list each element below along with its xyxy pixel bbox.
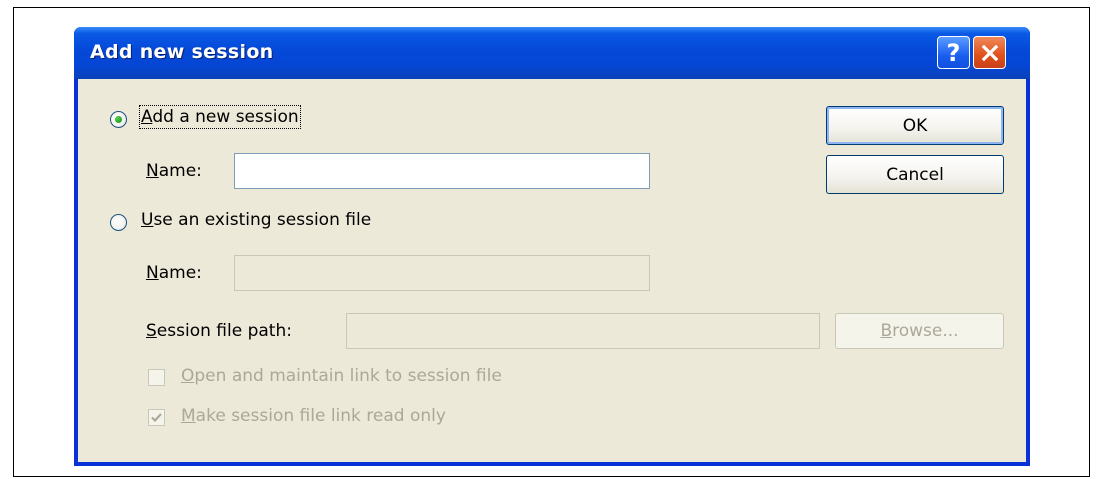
- radio-selected-dot: [115, 116, 122, 123]
- new-session-name-label: Name:: [146, 161, 202, 181]
- use-existing-session-radio[interactable]: [110, 214, 127, 231]
- open-maintain-link-checkbox[interactable]: [148, 369, 165, 386]
- ok-button[interactable]: OK: [826, 106, 1004, 145]
- close-icon: [981, 44, 998, 61]
- open-maintain-link-label: Open and maintain link to session file: [181, 366, 502, 386]
- browse-button[interactable]: Browse...: [835, 313, 1004, 349]
- close-button[interactable]: [973, 36, 1006, 69]
- dialog-title: Add new session: [90, 41, 274, 63]
- read-only-link-label: Make session file link read only: [181, 406, 446, 426]
- existing-session-name-input[interactable]: [234, 255, 650, 291]
- session-file-path-label: Session file path:: [146, 321, 292, 341]
- use-existing-session-label[interactable]: Use an existing session file: [141, 210, 371, 230]
- help-button[interactable]: ?: [937, 36, 970, 69]
- cancel-button[interactable]: Cancel: [826, 155, 1004, 194]
- help-icon: ?: [946, 38, 961, 67]
- add-new-session-label[interactable]: Add a new session: [139, 105, 301, 129]
- add-session-dialog: Add new session ? Add a new session Name…: [74, 27, 1030, 466]
- title-bar[interactable]: Add new session ?: [74, 27, 1030, 79]
- checkmark-icon: [151, 413, 162, 423]
- dialog-body: Add a new session Name: Use an existing …: [78, 79, 1026, 462]
- new-session-name-input[interactable]: [234, 153, 650, 189]
- read-only-link-checkbox[interactable]: [148, 409, 165, 426]
- existing-session-name-label: Name:: [146, 263, 202, 283]
- add-new-session-radio[interactable]: [110, 111, 127, 128]
- session-file-path-input[interactable]: [346, 313, 820, 349]
